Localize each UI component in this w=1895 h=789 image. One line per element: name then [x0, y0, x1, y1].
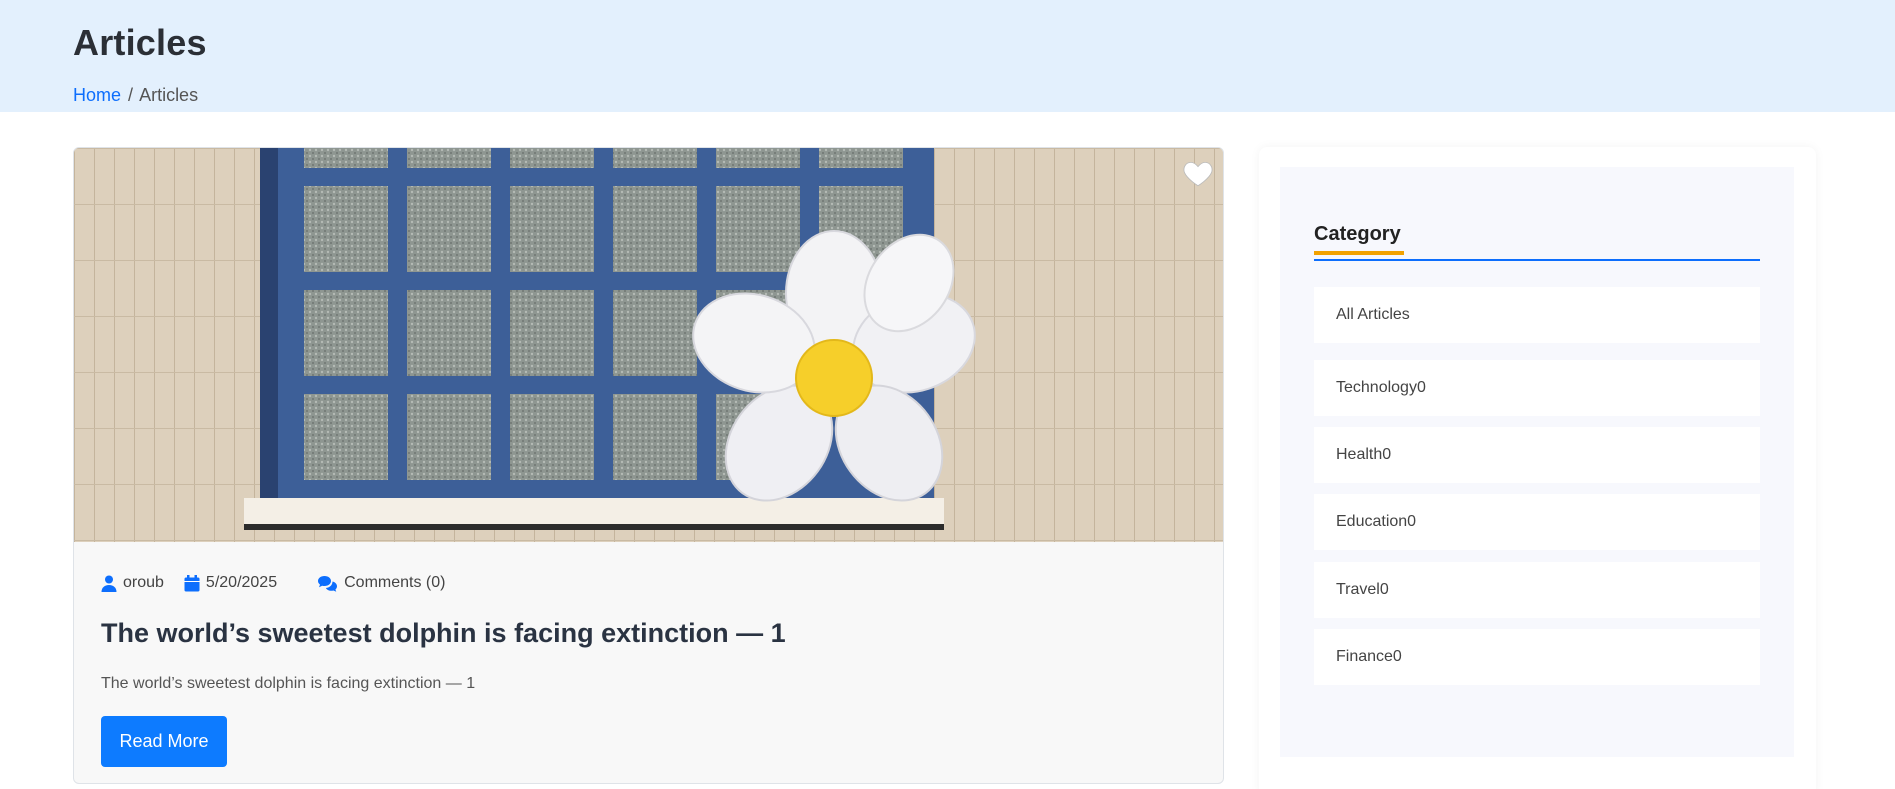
read-more-button[interactable]: Read More [101, 716, 227, 767]
comments-meta[interactable]: Comments (0) [317, 574, 445, 592]
category-divider [1314, 259, 1760, 261]
author-name: oroub [123, 574, 164, 591]
breadcrumb: Home / Articles [73, 85, 198, 106]
comments-icon [318, 575, 338, 592]
category-item-finance[interactable]: Finance0 [1314, 629, 1760, 685]
article-meta: oroub 5/20/2025 Comments (0) [101, 574, 465, 592]
category-title: Category [1314, 223, 1401, 245]
heart-icon[interactable] [1181, 156, 1215, 190]
sidebar: Category All Articles Technology0 Health… [1259, 147, 1816, 789]
category-item-all-articles[interactable]: All Articles [1314, 287, 1760, 343]
post-date: 5/20/2025 [205, 574, 278, 591]
category-item-travel[interactable]: Travel0 [1314, 562, 1760, 618]
breadcrumb-separator: / [128, 85, 134, 105]
breadcrumb-home-link[interactable]: Home [73, 85, 121, 105]
user-icon [101, 575, 117, 592]
author-meta[interactable]: oroub [101, 574, 164, 592]
article-card: oroub 5/20/2025 Comments (0) The world’s… [73, 147, 1224, 784]
category-item-health[interactable]: Health0 [1314, 427, 1760, 483]
category-title-accent [1314, 251, 1404, 255]
category-item-technology[interactable]: Technology0 [1314, 360, 1760, 416]
breadcrumb-current: Articles [139, 85, 199, 105]
comments-count: Comments (0) [344, 574, 446, 591]
article-image[interactable] [74, 148, 1223, 542]
category-item-education[interactable]: Education0 [1314, 494, 1760, 550]
page-header: Articles Home / Articles [0, 0, 1895, 112]
page-title: Articles [73, 22, 207, 63]
calendar-icon [184, 574, 200, 591]
category-widget: Category All Articles Technology0 Health… [1280, 167, 1794, 757]
article-image-illustration [74, 148, 1223, 542]
date-meta: 5/20/2025 [184, 574, 277, 592]
article-title[interactable]: The world’s sweetest dolphin is facing e… [101, 618, 786, 649]
article-excerpt: The world’s sweetest dolphin is facing e… [101, 675, 476, 692]
